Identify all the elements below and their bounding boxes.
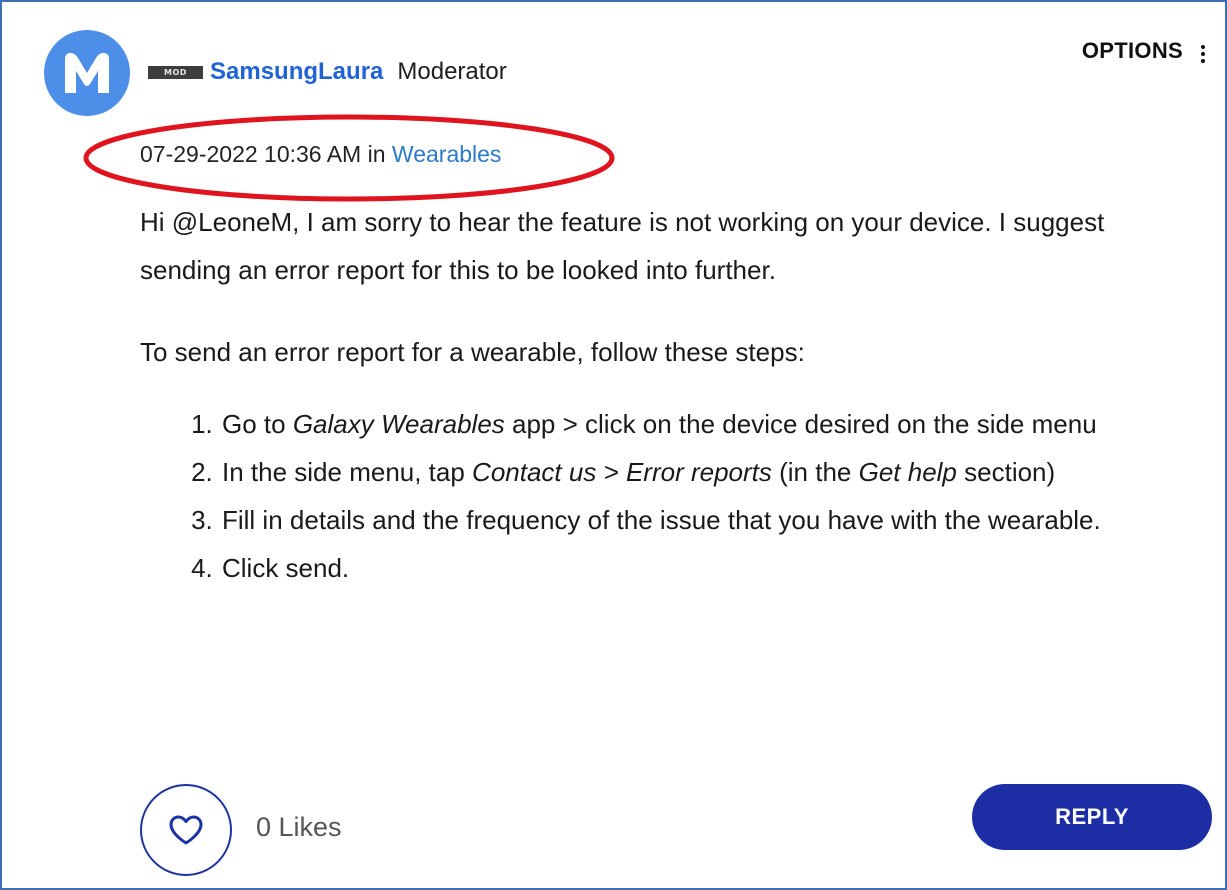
author-row: MOD SamsungLaura Moderator: [148, 52, 507, 92]
reply-button[interactable]: REPLY: [972, 784, 1212, 850]
step-text: Click send.: [222, 553, 350, 583]
post-body: Hi @LeoneM, I am sorry to hear the featu…: [140, 198, 1200, 592]
step-text: app > click on the device desired on the…: [504, 409, 1097, 439]
step-item: In the side menu, tap Contact us > Error…: [220, 448, 1200, 496]
step-text: Fill in details and the frequency of the…: [222, 505, 1101, 535]
board-link[interactable]: Wearables: [392, 141, 502, 167]
step-text: section): [956, 457, 1056, 487]
step-item: Fill in details and the frequency of the…: [220, 496, 1200, 544]
post-card: MOD SamsungLaura Moderator OPTIONS 07-29…: [0, 0, 1227, 890]
step-item: Click send.: [220, 544, 1200, 592]
step-emphasis: Contact us > Error reports: [472, 457, 772, 487]
step-text: In the side menu, tap: [222, 457, 473, 487]
mod-badge: MOD: [148, 65, 203, 79]
step-text: Go to: [222, 409, 293, 439]
meta-in-text: in: [367, 141, 386, 167]
post-meta: 07-29-2022 10:36 AM in Wearables: [140, 141, 501, 168]
post-intro: Hi @LeoneM, I am sorry to hear the featu…: [140, 207, 1105, 285]
options-label: OPTIONS: [1081, 38, 1183, 63]
kebab-menu-icon: [1201, 39, 1205, 63]
post-timestamp: 07-29-2022 10:36 AM: [140, 141, 362, 167]
user-avatar-m-icon: [65, 53, 109, 93]
steps-list: Go to Galaxy Wearables app > click on th…: [140, 400, 1200, 592]
step-item: Go to Galaxy Wearables app > click on th…: [220, 400, 1200, 448]
author-name-link[interactable]: SamsungLaura: [210, 58, 383, 86]
post-lead: To send an error report for a wearable, …: [140, 337, 805, 367]
author-avatar[interactable]: [44, 30, 130, 116]
heart-icon: [169, 815, 203, 845]
step-emphasis: Galaxy Wearables: [292, 409, 505, 439]
like-button[interactable]: [140, 784, 232, 876]
likes-count: 0 Likes: [256, 812, 342, 842]
step-emphasis: Get help: [858, 457, 957, 487]
step-text: (in the: [771, 457, 859, 487]
options-menu-button[interactable]: OPTIONS: [1082, 38, 1205, 64]
author-role: Moderator: [397, 58, 507, 85]
